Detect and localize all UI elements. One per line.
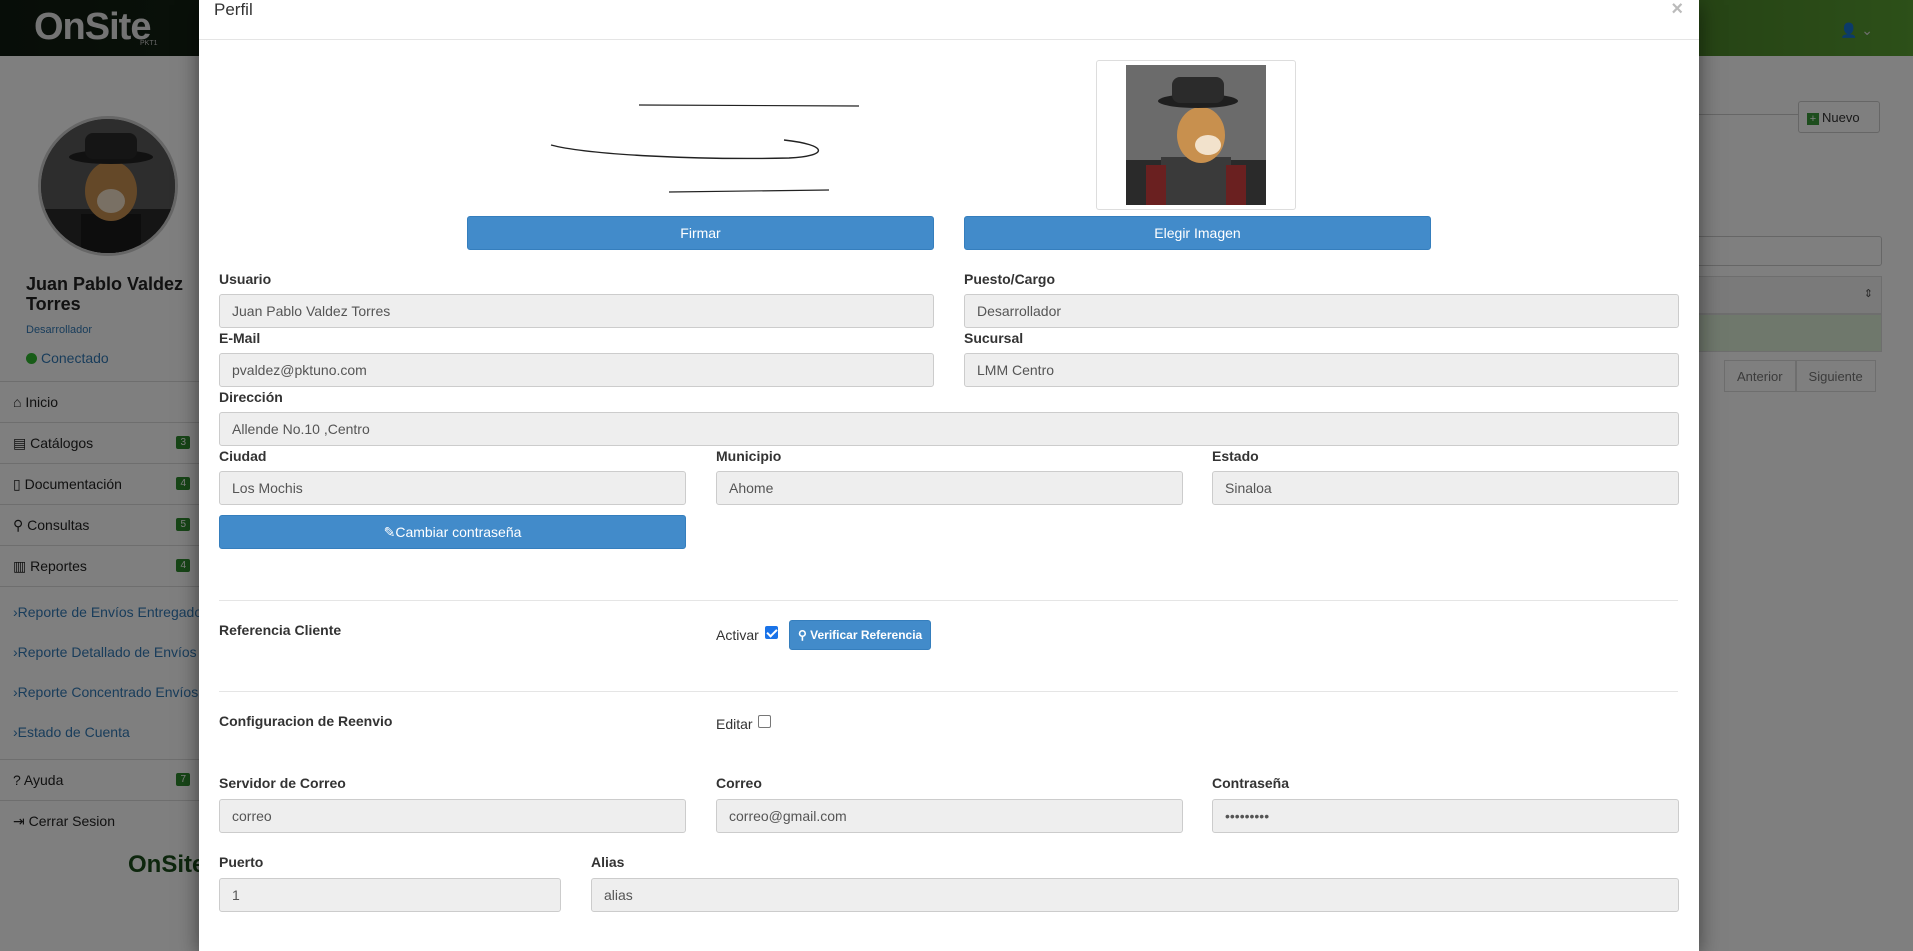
change-password-button[interactable]: ✎Cambiar contraseña	[219, 515, 686, 549]
verify-reference-label: Verificar Referencia	[810, 628, 923, 642]
reenvio-label: Configuracion de Reenvio	[219, 713, 393, 729]
activar-option[interactable]: Activar	[716, 626, 778, 643]
correo-field: correo@gmail.com	[716, 799, 1183, 833]
email-label: E-Mail	[219, 330, 261, 346]
search-icon: ⚲	[798, 628, 807, 642]
servidor-field: correo	[219, 799, 686, 833]
modal-title: Perfil	[214, 0, 253, 19]
usuario-label: Usuario	[219, 271, 272, 287]
puesto-label: Puesto/Cargo	[964, 271, 1056, 287]
choose-image-button[interactable]: Elegir Imagen	[964, 216, 1431, 250]
modal-header: Perfil ×	[199, 0, 1699, 40]
direccion-label: Dirección	[219, 389, 283, 405]
ciudad-label: Ciudad	[219, 448, 267, 464]
divider	[219, 600, 1678, 601]
close-icon[interactable]: ×	[1671, 0, 1683, 21]
sucursal-field: LMM Centro	[964, 353, 1679, 387]
profile-photo	[1096, 60, 1296, 210]
ciudad-field: Los Mochis	[219, 471, 686, 505]
sucursal-label: Sucursal	[964, 330, 1024, 346]
password-label: Contraseña	[1212, 775, 1290, 791]
editar-checkbox[interactable]	[758, 715, 772, 728]
servidor-label: Servidor de Correo	[219, 775, 346, 791]
editar-label: Editar	[716, 716, 753, 732]
alias-field: alias	[591, 878, 1679, 912]
activar-label: Activar	[716, 627, 759, 643]
signature-pad[interactable]	[519, 60, 939, 200]
puerto-field: 1	[219, 878, 561, 912]
correo-label: Correo	[716, 775, 762, 791]
referencia-label: Referencia Cliente	[219, 622, 342, 638]
usuario-field: Juan Pablo Valdez Torres	[219, 294, 934, 328]
divider	[219, 691, 1678, 692]
pencil-icon: ✎	[383, 524, 396, 540]
signature-drawing	[550, 104, 860, 193]
sign-button[interactable]: Firmar	[467, 216, 934, 250]
puesto-field: Desarrollador	[964, 294, 1679, 328]
photo-image	[1126, 65, 1266, 205]
password-field: •••••••••	[1212, 799, 1679, 833]
direccion-field: Allende No.10 ,Centro	[219, 412, 1679, 446]
puerto-label: Puerto	[219, 854, 264, 870]
activar-checkbox[interactable]	[764, 626, 778, 639]
municipio-label: Municipio	[716, 448, 782, 464]
email-field: pvaldez@pktuno.com	[219, 353, 934, 387]
verify-reference-button[interactable]: ⚲ Verificar Referencia	[789, 620, 932, 650]
estado-field: Sinaloa	[1212, 471, 1679, 505]
change-password-label: Cambiar contraseña	[395, 524, 522, 540]
estado-label: Estado	[1212, 448, 1259, 464]
municipio-field: Ahome	[716, 471, 1183, 505]
editar-option[interactable]: Editar	[716, 715, 772, 732]
profile-modal: Perfil × Firmar Elegir Imagen Usuario Ju…	[199, 0, 1699, 951]
alias-label: Alias	[591, 854, 625, 870]
